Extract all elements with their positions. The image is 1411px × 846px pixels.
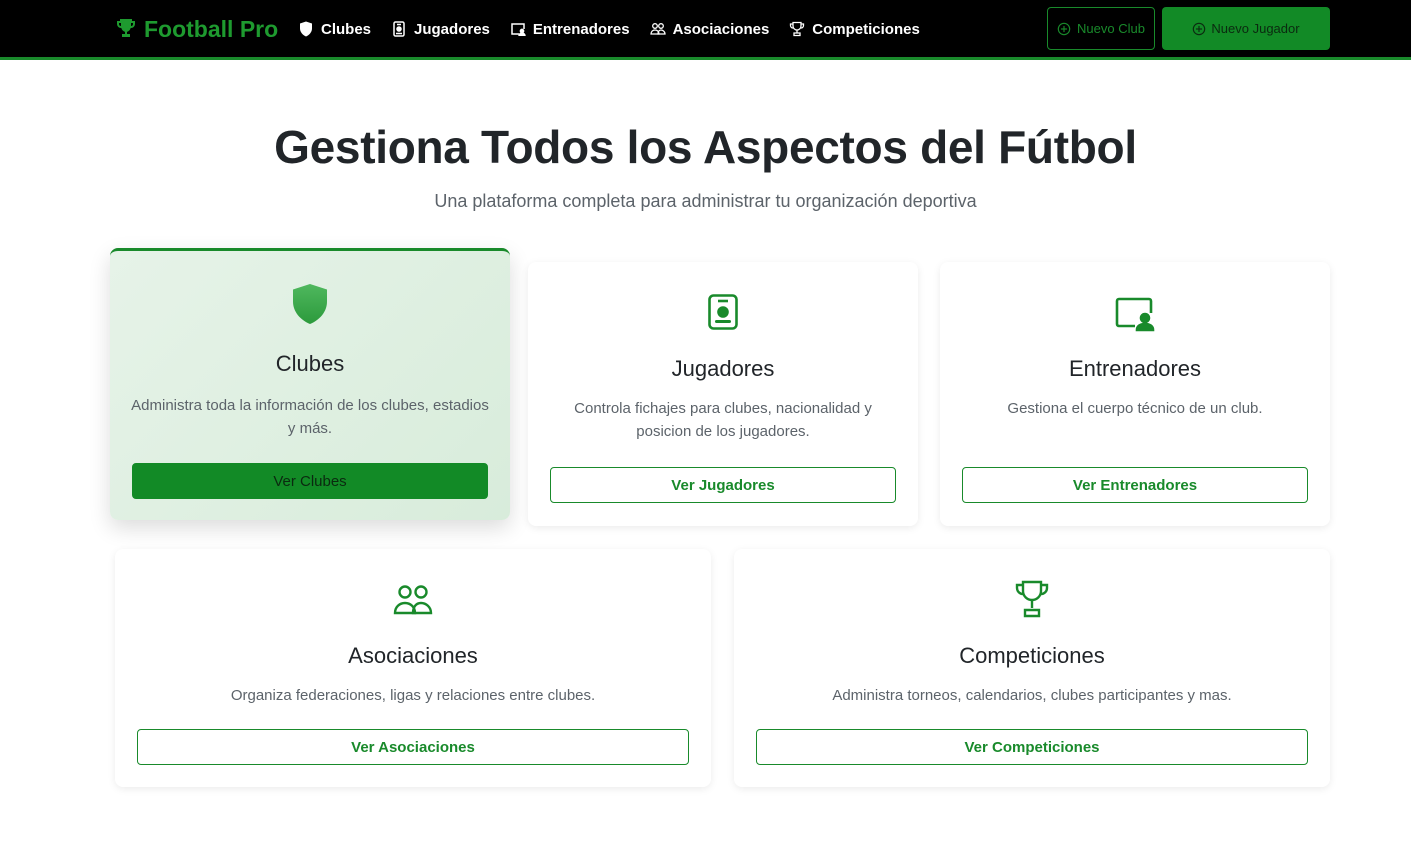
page-title: Gestiona Todos los Aspectos del Fútbol <box>274 121 1137 173</box>
view-clubs-button[interactable]: Ver Clubes <box>132 463 488 499</box>
card-text: Controla fichajes para clubes, nacionali… <box>574 400 872 440</box>
card-asociaciones: Asociaciones Organiza federaciones, liga… <box>115 549 711 787</box>
card-competiciones: Competiciones Administra torneos, calend… <box>734 549 1330 787</box>
nav-link-label: Competiciones <box>812 20 920 38</box>
nav-link-jugadores[interactable]: Jugadores <box>391 16 490 42</box>
new-club-button[interactable]: Nuevo Club <box>1047 7 1155 50</box>
shield-icon <box>293 284 327 324</box>
plus-circle-icon <box>1193 22 1206 35</box>
page-subtitle: Una plataforma completa para administrar… <box>434 191 977 211</box>
nav-link-label: Asociaciones <box>672 20 770 38</box>
nav-link-competiciones[interactable]: Competiciones <box>789 16 920 42</box>
new-player-label: Nuevo Jugador <box>1211 21 1300 36</box>
card-title: Competiciones <box>959 643 1105 668</box>
card-jugadores: Jugadores Controla fichajes para clubes,… <box>528 262 918 526</box>
view-coaches-button[interactable]: Ver Entrenadores <box>962 467 1308 503</box>
shield-icon <box>300 21 312 37</box>
trophy-icon <box>1015 580 1049 618</box>
card-title: Entrenadores <box>1068 356 1202 381</box>
card-clubes: Clubes Administra toda la información de… <box>110 248 510 520</box>
card-text: Organiza federaciones, ligas y relacione… <box>230 687 596 704</box>
nav-link-label: Clubes <box>321 20 372 38</box>
view-competitions-button[interactable]: Ver Competiciones <box>756 729 1308 765</box>
card-title: Asociaciones <box>348 643 478 668</box>
nav-link-label: Jugadores <box>414 20 490 38</box>
id-badge-icon <box>393 21 405 37</box>
nav-link-entrenadores[interactable]: Entrenadores <box>510 16 630 42</box>
card-text: Gestiona el cuerpo técnico de un club. <box>1007 400 1263 417</box>
view-players-button[interactable]: Ver Jugadores <box>550 467 896 503</box>
nav-links: Clubes Jugadores Entrenadores Asociacion… <box>298 16 940 42</box>
nav-link-label: Entrenadores <box>532 20 630 38</box>
trophy-icon <box>117 19 135 37</box>
person-video-icon <box>511 23 526 37</box>
brand-link[interactable]: Football Pro <box>114 14 278 44</box>
new-player-button[interactable]: Nuevo Jugador <box>1162 7 1330 50</box>
people-icon <box>393 585 433 615</box>
person-video-icon <box>1115 297 1155 332</box>
card-title: Jugadores <box>671 356 775 381</box>
people-icon <box>649 23 666 35</box>
id-badge-icon <box>708 294 738 330</box>
card-text: Administra torneos, calendarios, clubes … <box>832 687 1232 704</box>
card-text: Administra toda la información de los cl… <box>131 397 489 437</box>
card-title: Clubes <box>275 351 345 376</box>
brand-name: Football Pro <box>144 15 279 42</box>
view-associations-button[interactable]: Ver Asociaciones <box>137 729 689 765</box>
navbar: Football Pro Clubes Jugadores Entrenador… <box>0 0 1411 60</box>
nav-link-clubes[interactable]: Clubes <box>298 16 371 42</box>
new-club-label: Nuevo Club <box>1077 21 1145 36</box>
trophy-icon <box>790 21 805 37</box>
plus-circle-icon <box>1057 22 1071 35</box>
nav-link-asociaciones[interactable]: Asociaciones <box>649 16 770 42</box>
card-entrenadores: Entrenadores Gestiona el cuerpo técnico … <box>940 262 1330 526</box>
